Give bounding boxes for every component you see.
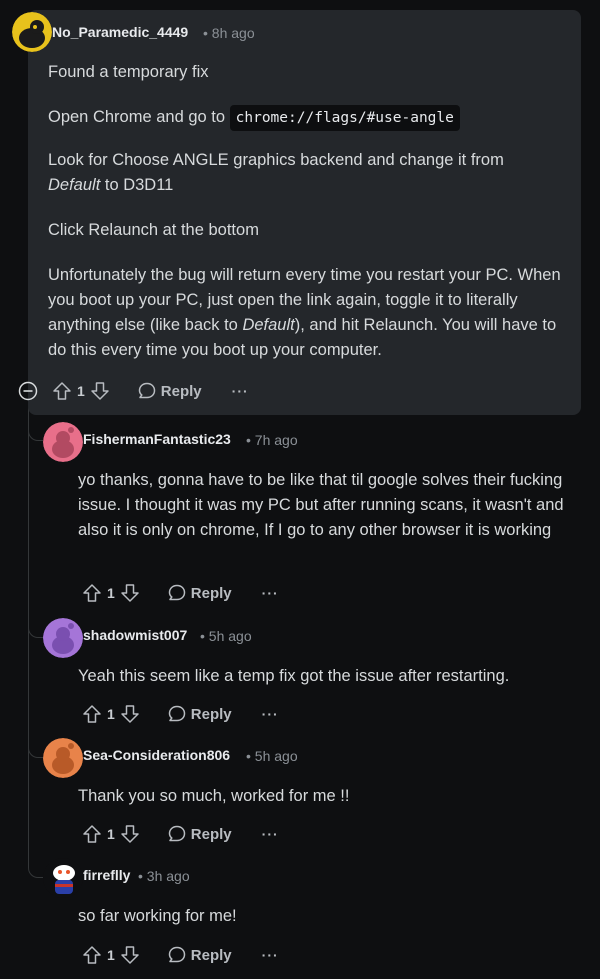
comment-actions: 1 Reply ··· [81, 822, 279, 846]
avatar[interactable] [43, 858, 83, 898]
separator-dot: • [138, 868, 143, 884]
comment-time[interactable]: 7h ago [255, 432, 298, 448]
comment-actions: 1 Reply ··· [81, 702, 279, 726]
comment-body: Thank you so much, worked for me !! [78, 787, 350, 805]
avatar-snoo-character-icon [43, 858, 83, 898]
thread-connector [28, 415, 43, 441]
paragraph-text: to D3D11 [100, 176, 174, 194]
reply-button[interactable]: Reply [167, 945, 232, 965]
comment-actions: 1 Reply ··· [81, 943, 279, 967]
reply-label: Reply [190, 946, 232, 964]
comment-meta: • 5h ago [200, 628, 252, 644]
paragraph-text: Open Chrome and go to [48, 108, 230, 126]
emphasis: Default [242, 316, 295, 334]
speech-bubble-icon [168, 705, 186, 722]
comment-body: Found a temporary fix Open Chrome and go… [48, 60, 568, 363]
comment-meta: • 7h ago [246, 432, 298, 448]
avatar-purple-snoo-icon [43, 618, 83, 658]
downvote-icon[interactable] [89, 380, 111, 402]
speech-bubble-icon [168, 584, 186, 601]
avatar-pink-snoo-icon [43, 422, 83, 462]
thread-connector [28, 852, 43, 878]
comment-meta: • 5h ago [246, 748, 298, 764]
paragraph: Look for Choose ANGLE graphics backend a… [48, 148, 568, 198]
thread-connector [28, 732, 43, 758]
reply-label: Reply [190, 584, 232, 602]
avatar[interactable] [43, 422, 83, 462]
speech-bubble-icon [168, 825, 186, 842]
reply-button[interactable]: Reply [167, 704, 232, 724]
downvote-icon[interactable] [119, 823, 141, 845]
comment-meta: • 8h ago [203, 25, 255, 41]
upvote-icon[interactable] [51, 380, 73, 402]
more-options-button[interactable]: ··· [262, 826, 279, 842]
comment-body: so far working for me! [78, 907, 237, 925]
speech-bubble-icon [138, 382, 156, 399]
upvote-icon[interactable] [81, 703, 103, 725]
reply-button[interactable]: Reply [167, 824, 232, 844]
separator-dot: • [203, 25, 208, 41]
more-options-button[interactable]: ··· [262, 585, 279, 601]
paragraph: Open Chrome and go to chrome://flags/#us… [48, 105, 568, 131]
vote-count: 1 [107, 826, 115, 842]
reply-button[interactable]: Reply [167, 583, 232, 603]
comment-time[interactable]: 5h ago [255, 748, 298, 764]
inline-code: chrome://flags/#use-angle [229, 105, 460, 131]
downvote-icon[interactable] [119, 944, 141, 966]
comment-author[interactable]: No_Paramedic_4449 [52, 24, 188, 40]
upvote-icon[interactable] [81, 944, 103, 966]
reply-label: Reply [160, 382, 202, 400]
more-options-button[interactable]: ··· [262, 947, 279, 963]
vote-count: 1 [107, 585, 115, 601]
speech-bubble-icon [168, 946, 186, 963]
comment-body: yo thanks, gonna have to be like that ti… [78, 471, 564, 539]
vote-count: 1 [77, 383, 85, 399]
emphasis: Default [48, 176, 101, 194]
comment-actions: 1 Reply ··· [51, 379, 249, 403]
paragraph-text: Look for Choose ANGLE graphics backend a… [48, 151, 504, 169]
downvote-icon[interactable] [119, 703, 141, 725]
more-options-button[interactable]: ··· [232, 383, 249, 399]
comment-time[interactable]: 8h ago [212, 25, 255, 41]
comment-body: Yeah this seem like a temp fix got the i… [78, 667, 510, 685]
comment-author[interactable]: FishermanFantastic23 [83, 431, 231, 447]
avatar[interactable] [43, 618, 83, 658]
downvote-icon[interactable] [119, 582, 141, 604]
comment-author[interactable]: Sea-Consideration806 [83, 747, 230, 763]
avatar[interactable] [12, 12, 52, 52]
thread-connector [28, 612, 43, 638]
separator-dot: • [246, 748, 251, 764]
upvote-icon[interactable] [81, 823, 103, 845]
avatar-orange-snoo-icon [43, 738, 83, 778]
comment-meta: • 3h ago [138, 868, 190, 884]
comment-time[interactable]: 5h ago [209, 628, 252, 644]
more-options-button[interactable]: ··· [262, 706, 279, 722]
paragraph: Unfortunately the bug will return every … [48, 263, 568, 363]
comment-author[interactable]: firreflly [83, 867, 130, 883]
reply-label: Reply [190, 825, 232, 843]
vote-count: 1 [107, 706, 115, 722]
paragraph: Found a temporary fix [48, 63, 209, 81]
collapse-thread-icon[interactable] [18, 381, 38, 401]
separator-dot: • [200, 628, 205, 644]
comment-author[interactable]: shadowmist007 [83, 627, 187, 643]
comment-time[interactable]: 3h ago [147, 868, 190, 884]
avatar-yellow-snoo-icon [12, 12, 52, 52]
separator-dot: • [246, 432, 251, 448]
upvote-icon[interactable] [81, 582, 103, 604]
vote-count: 1 [107, 947, 115, 963]
avatar[interactable] [43, 738, 83, 778]
comment-actions: 1 Reply ··· [81, 581, 279, 605]
paragraph: Click Relaunch at the bottom [48, 221, 259, 239]
reply-label: Reply [190, 705, 232, 723]
reply-button[interactable]: Reply [137, 381, 202, 401]
